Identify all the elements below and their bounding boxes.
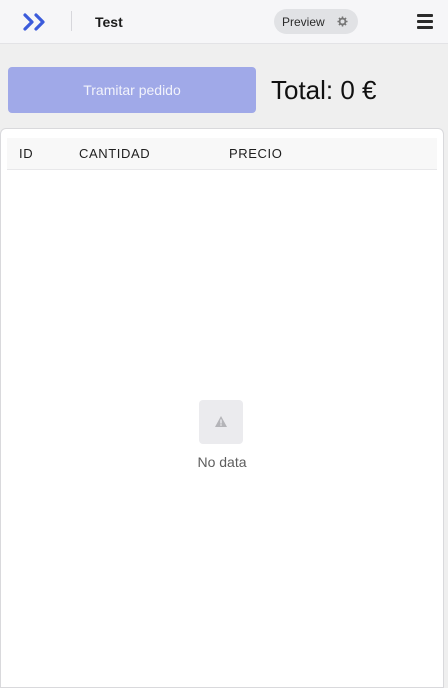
menu-bar xyxy=(417,26,433,29)
column-header-cantidad[interactable]: CANTIDAD xyxy=(79,146,150,162)
total-label: Total: 0 € xyxy=(271,75,377,105)
column-header-id[interactable]: ID xyxy=(19,146,33,162)
warning-triangle-icon xyxy=(215,416,227,427)
empty-state-text: No data xyxy=(197,454,247,470)
table-header: ID CANTIDAD PRECIO xyxy=(7,138,437,170)
top-bar: Test Preview xyxy=(0,0,448,44)
gear-icon xyxy=(337,16,348,27)
menu-bar xyxy=(417,20,433,23)
preview-label: Preview xyxy=(282,14,325,29)
tramitar-pedido-button[interactable]: Tramitar pedido xyxy=(8,67,256,113)
hamburger-menu-icon[interactable] xyxy=(417,14,433,30)
order-table: ID CANTIDAD PRECIO No data xyxy=(0,128,444,688)
header-divider xyxy=(71,11,72,31)
menu-bar xyxy=(417,14,433,17)
preview-button[interactable]: Preview xyxy=(274,9,358,34)
logo-icon[interactable] xyxy=(23,12,49,32)
column-header-precio[interactable]: PRECIO xyxy=(229,146,282,162)
empty-state-icon-box xyxy=(199,400,243,444)
app-title: Test xyxy=(95,14,123,30)
